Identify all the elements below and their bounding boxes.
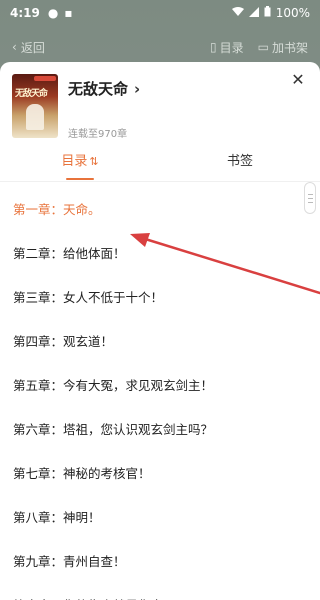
catalog-button[interactable]: ▯ 目录 [210,39,244,56]
chapter-item[interactable]: 第四章：观玄道！ [0,318,320,362]
wifi-icon [231,6,244,20]
catalog-sheet: 无敌天命 无敌天命 › 连载至970章 ✕ 目录 ⇅ 书签 第一章：天命。 第二章… [0,62,320,600]
tab-bookmarks-label: 书签 [226,153,253,169]
fast-scroll-handle[interactable] [304,182,316,214]
chapter-item[interactable]: 第八章：神明！ [0,494,320,538]
book-icon: ▯ [210,40,217,54]
book-header: 无敌天命 无敌天命 › 连载至970章 ✕ [0,62,320,146]
tab-bookmarks[interactable]: 书签 [160,146,320,182]
tab-catalog-label: 目录 [61,153,88,169]
book-status: 连载至970章 [68,129,128,140]
status-bar: 4:19 ● ▪ 100% [0,0,320,26]
chapter-item[interactable]: 第三章：女人不低于十个！ [0,274,320,318]
chevron-left-icon: ‹ [12,40,17,54]
cover-badge [34,76,56,81]
close-button[interactable]: ✕ [288,70,308,90]
sort-icon[interactable]: ⇅ [89,155,98,168]
chapter-list: 第一章：天命。 第二章：给他体面！ 第三章：女人不低于十个！ 第四章：观玄道！ … [0,182,320,600]
reader-toolbar: ‹ 返回 ▯ 目录 ▭ 加书架 [0,34,320,60]
chapter-item[interactable]: 第五章：今有大冤，求见观玄剑主！ [0,362,320,406]
chevron-right-icon: › [134,79,141,98]
add-shelf-button[interactable]: ▭ 加书架 [258,39,308,56]
cover-title: 无敌天命 [15,89,48,99]
notification-icon: ● [47,6,59,20]
chapter-item[interactable]: 第六章：塔祖，您认识观玄剑主吗？ [0,406,320,450]
book-info: 无敌天命 › 连载至970章 [68,74,140,146]
close-icon: ✕ [291,70,305,89]
chapter-item-current[interactable]: 第一章：天命。 [0,186,320,230]
book-title: 无敌天命 [68,80,129,98]
chapter-item[interactable]: 第九章：青州自查！ [0,538,320,582]
chapter-item[interactable]: 第二章：给他体面！ [0,230,320,274]
book-title-link[interactable]: 无敌天命 › [68,78,140,99]
catalog-tabs: 目录 ⇅ 书签 [0,146,320,182]
sim-icon: ▪ [64,6,73,20]
back-label: 返回 [20,40,45,55]
add-shelf-icon: ▭ [257,40,269,54]
add-shelf-label: 加书架 [271,40,308,55]
tab-catalog[interactable]: 目录 ⇅ [0,146,160,182]
status-time: 4:19 [10,6,40,20]
chapter-item[interactable]: 第十章：你的靠山就是你自己！ [0,582,320,600]
battery-percent: 100% [275,6,310,20]
back-button[interactable]: ‹ 返回 [12,39,45,56]
battery-icon [264,6,271,20]
catalog-label: 目录 [219,40,244,55]
chapter-item[interactable]: 第七章：神秘的考核官！ [0,450,320,494]
book-cover[interactable]: 无敌天命 [12,74,58,138]
cover-figure [26,104,44,130]
signal-icon [248,6,259,20]
